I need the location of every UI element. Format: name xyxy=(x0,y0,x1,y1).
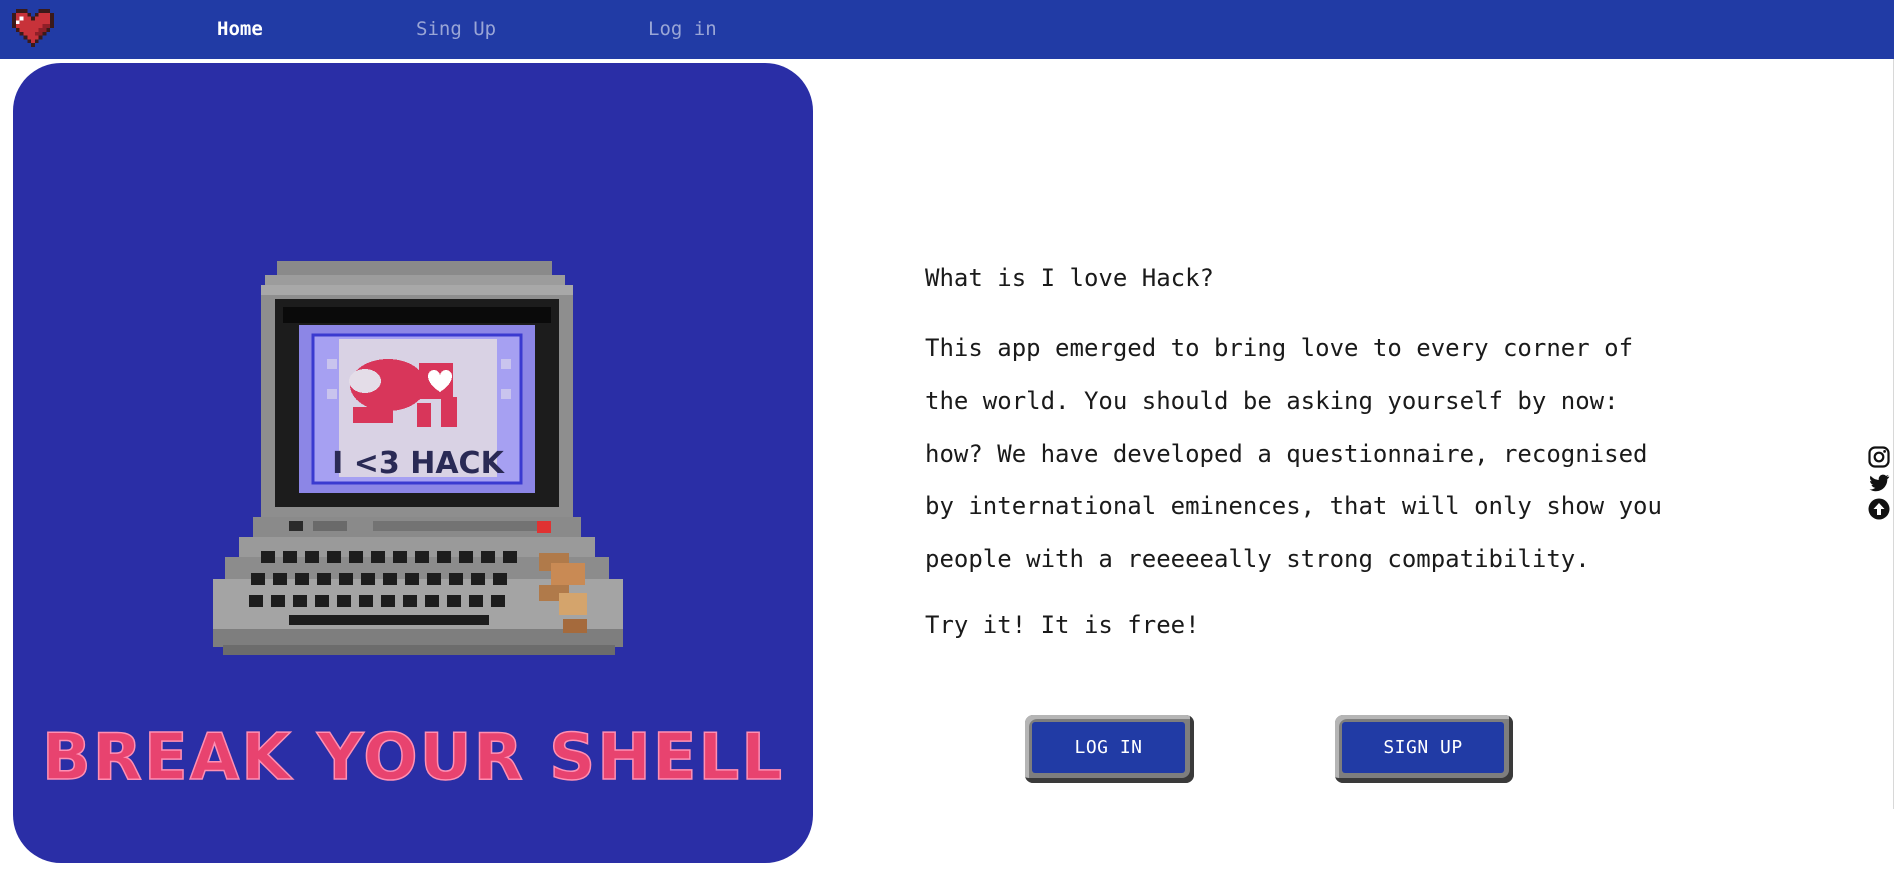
login-button-label: LOG IN xyxy=(1032,722,1185,773)
hero-banner-text: BREAK YOUR SHELL xyxy=(42,721,784,795)
signup-button[interactable]: SIGN UP xyxy=(1335,715,1513,783)
login-button[interactable]: LOG IN xyxy=(1025,715,1194,783)
twitter-icon[interactable] xyxy=(1867,471,1891,495)
about-description: This app emerged to bring love to every … xyxy=(925,334,1662,574)
about-section: What is I love Hack? xyxy=(925,258,1685,298)
instagram-icon[interactable] xyxy=(1867,445,1891,469)
hero-illustration-card: I <3 HACK BREAK YOUR SHELL xyxy=(13,63,813,863)
free-trial-text: Try it! It is free! xyxy=(925,611,1200,639)
about-heading: What is I love Hack? xyxy=(925,264,1214,292)
signup-button-label: SIGN UP xyxy=(1342,722,1504,773)
top-navbar: Home Sing Up Log in xyxy=(0,0,1894,59)
screen-logo-text: I <3 HACK xyxy=(332,446,505,481)
retro-computer-illustration: I <3 HACK BREAK YOUR SHELL xyxy=(41,261,784,796)
arrow-up-circle-icon[interactable] xyxy=(1867,497,1891,521)
nav-login-link[interactable]: Log in xyxy=(648,18,717,40)
nav-home-link[interactable]: Home xyxy=(217,18,263,40)
pixel-heart-icon[interactable] xyxy=(12,9,54,47)
nav-signup-link[interactable]: Sing Up xyxy=(416,18,496,40)
